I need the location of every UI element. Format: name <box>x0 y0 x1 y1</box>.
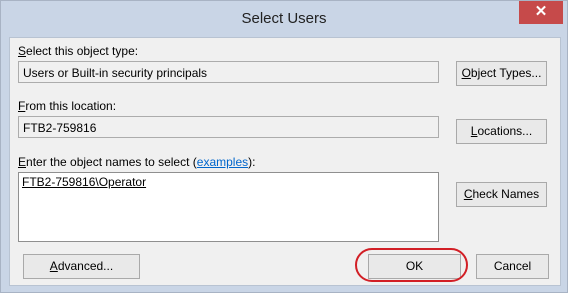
check-names-button[interactable]: Check Names <box>456 182 547 207</box>
close-icon: ✕ <box>534 3 548 20</box>
object-names-input[interactable]: FTB2-759816\Operator <box>18 172 439 242</box>
dialog-body: Select this object type: Users or Built-… <box>9 37 561 286</box>
object-names-label: Enter the object names to select (exampl… <box>18 155 256 169</box>
cancel-button[interactable]: Cancel <box>476 254 549 279</box>
ok-button[interactable]: OK <box>368 254 461 279</box>
examples-link[interactable]: examples <box>197 155 248 169</box>
close-button[interactable]: ✕ <box>519 1 563 24</box>
advanced-button[interactable]: Advanced... <box>23 254 140 279</box>
locations-button[interactable]: Locations... <box>456 119 547 144</box>
select-users-dialog: Select Users ✕ Select this object type: … <box>0 0 568 293</box>
object-type-label: Select this object type: <box>18 44 139 58</box>
object-types-button[interactable]: Object Types... <box>456 61 547 86</box>
location-label: From this location: <box>18 99 117 113</box>
title-bar[interactable]: Select Users ✕ <box>1 1 567 37</box>
location-field: FTB2-759816 <box>18 116 439 138</box>
object-type-field: Users or Built-in security principals <box>18 61 439 83</box>
window-title: Select Users <box>241 10 327 27</box>
object-name-entry: FTB2-759816\Operator <box>22 175 147 189</box>
